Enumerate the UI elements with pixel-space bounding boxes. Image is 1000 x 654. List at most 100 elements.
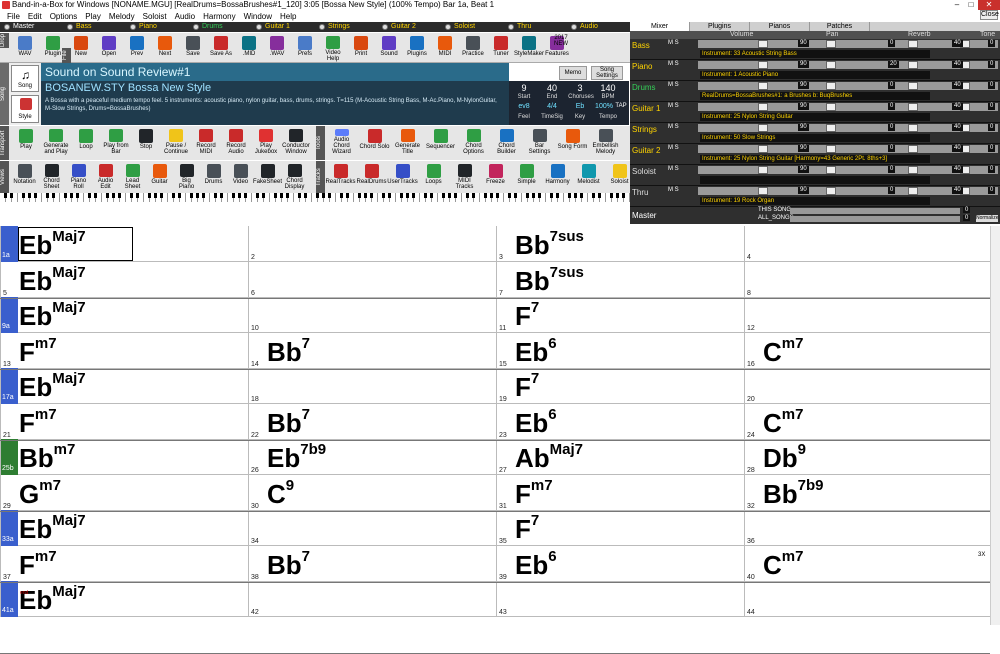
plugin-button[interactable]: Plugin — [40, 34, 66, 62]
bar-cell[interactable]: 15 Eb6 — [496, 333, 744, 369]
notation-button[interactable]: Notation — [12, 162, 37, 190]
chord-symbol[interactable]: Bb7sus — [515, 264, 584, 297]
pan-knob[interactable] — [826, 40, 836, 48]
piano-black-key[interactable] — [244, 193, 247, 198]
piano-black-key[interactable] — [424, 193, 427, 198]
bar-cell[interactable]: 40 Cm7 — [744, 546, 992, 582]
part-marker[interactable]: 9a — [1, 297, 18, 333]
style-name[interactable]: BOSANEW.STY Bossa New Style — [45, 82, 211, 94]
piano-black-key[interactable] — [526, 193, 529, 198]
menu-melody[interactable]: Melody — [105, 11, 139, 22]
chord-symbol[interactable]: Fm7 — [19, 335, 57, 368]
volume-knob[interactable] — [758, 187, 768, 195]
mixer-track-name[interactable]: Piano — [632, 62, 652, 71]
piano-black-key[interactable] — [568, 193, 571, 198]
video-help-button[interactable]: Video Help — [320, 34, 346, 62]
master-all-slider[interactable] — [790, 216, 960, 222]
piano-black-key[interactable] — [556, 193, 559, 198]
mute-solo-buttons[interactable]: M S — [668, 124, 679, 130]
piano-black-key[interactable] — [610, 193, 613, 198]
chord-symbol[interactable]: EbMaj7 — [19, 370, 86, 403]
instrument-label[interactable]: Instrument: 1 Acoustic Piano — [700, 71, 930, 79]
piano-keyboard-strip[interactable] — [0, 193, 630, 202]
generate-title-button[interactable]: Generate Title — [392, 127, 423, 155]
piano-black-key[interactable] — [616, 193, 619, 198]
bar-cell[interactable]: 11 F7 — [496, 297, 744, 333]
piano-black-key[interactable] — [34, 193, 37, 198]
chord-symbol[interactable]: F7 — [515, 299, 539, 332]
song-settings-button[interactable]: Song Settings — [591, 66, 623, 80]
melodist-button[interactable]: Melodist — [574, 162, 603, 190]
memo-button[interactable]: Memo — [559, 66, 587, 80]
piano-black-key[interactable] — [22, 193, 25, 198]
track-bass[interactable]: Bass — [63, 22, 126, 32]
track-thru[interactable]: Thru — [504, 22, 567, 32]
chord-symbol[interactable]: Fm7 — [515, 477, 553, 510]
piano-black-key[interactable] — [508, 193, 511, 198]
instrument-label[interactable]: Instrument: 25 Nylon String Guitar — [700, 113, 930, 121]
piano-black-key[interactable] — [136, 193, 139, 198]
mute-solo-buttons[interactable]: M S — [668, 61, 679, 67]
drums-button[interactable]: Drums — [201, 162, 226, 190]
piano-black-key[interactable] — [112, 193, 115, 198]
reverb-knob[interactable] — [908, 40, 918, 48]
piano-black-key[interactable] — [388, 193, 391, 198]
piano-black-key[interactable] — [298, 193, 301, 198]
chord-symbol[interactable]: Bb7 — [267, 335, 310, 368]
wav-button[interactable]: .WAV — [264, 34, 290, 62]
new-button[interactable]: New — [68, 34, 94, 62]
piano-black-key[interactable] — [442, 193, 445, 198]
piano-black-key[interactable] — [76, 193, 79, 198]
menu-audio[interactable]: Audio — [171, 11, 199, 22]
bar-cell[interactable]: 35 F7 — [496, 510, 744, 546]
instrument-label[interactable]: RealDrums=BossaBrushes#1: a Brushes b: B… — [700, 92, 930, 100]
chord-symbol[interactable]: Eb7b9 — [267, 441, 326, 474]
record-audio-button[interactable]: Record Audio — [222, 127, 250, 155]
tap-button[interactable]: TAP — [613, 103, 629, 109]
piano-black-key[interactable] — [466, 193, 469, 198]
choruses-value[interactable]: 3 — [567, 83, 593, 93]
mixer-tab-mixer[interactable]: Mixer — [630, 22, 690, 31]
volume-knob[interactable] — [758, 40, 768, 48]
save-button[interactable]: Save — [180, 34, 206, 62]
bar-cell[interactable]: 27 AbMaj7 — [496, 439, 744, 475]
stylemaker-button[interactable]: StyleMaker — [514, 34, 544, 62]
chord-symbol[interactable]: Gm7 — [19, 477, 61, 510]
end-value[interactable]: 40 — [539, 83, 565, 93]
bar-cell[interactable]: 37 Fm7 — [0, 546, 248, 582]
piano-black-key[interactable] — [94, 193, 97, 198]
play-jukebox-button[interactable]: Play Jukebox — [252, 127, 280, 155]
piano-black-key[interactable] — [592, 193, 595, 198]
prefs-button[interactable]: Prefs — [292, 34, 318, 62]
practice-button[interactable]: Practice — [460, 34, 486, 62]
piano-black-key[interactable] — [406, 193, 409, 198]
bar-cell[interactable]: 18 — [248, 368, 496, 404]
bar-cell[interactable]: 12 — [744, 297, 992, 333]
piano-black-key[interactable] — [256, 193, 259, 198]
video-button[interactable]: Video — [228, 162, 253, 190]
mixer-track-name[interactable]: Soloist — [632, 167, 656, 176]
piano-black-key[interactable] — [286, 193, 289, 198]
mute-solo-buttons[interactable]: M S — [668, 145, 679, 151]
chord-symbol[interactable]: Bb7sus — [515, 228, 584, 261]
bar-cell[interactable]: 44 — [744, 581, 992, 617]
track-audio[interactable]: Audio — [567, 22, 630, 32]
piano-roll-button[interactable]: Piano Roll — [66, 162, 91, 190]
harmony-button[interactable]: Harmony — [543, 162, 572, 190]
piano-black-key[interactable] — [160, 193, 163, 198]
piano-black-key[interactable] — [196, 193, 199, 198]
tuner-button[interactable]: Tuner — [488, 34, 514, 62]
chord-symbol[interactable]: Bbm7 — [19, 441, 75, 474]
piano-black-key[interactable] — [322, 193, 325, 198]
piano-black-key[interactable] — [328, 193, 331, 198]
bpm-value[interactable]: 140 — [595, 83, 621, 93]
piano-black-key[interactable] — [232, 193, 235, 198]
track-strings[interactable]: Strings — [315, 22, 378, 32]
piano-black-key[interactable] — [64, 193, 67, 198]
mixer-tab-patches[interactable]: Patches — [810, 22, 870, 31]
piano-black-key[interactable] — [514, 193, 517, 198]
piano-black-key[interactable] — [448, 193, 451, 198]
embellish-melody-button[interactable]: Embellish Melody — [590, 127, 621, 155]
volume-knob[interactable] — [758, 145, 768, 153]
piano-black-key[interactable] — [622, 193, 625, 198]
